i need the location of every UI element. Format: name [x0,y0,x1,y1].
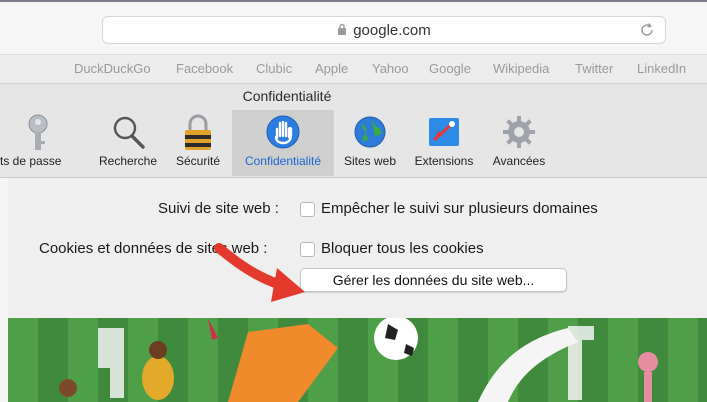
address-bar[interactable]: google.com [102,16,666,44]
favorite-twitter[interactable]: Twitter [575,61,613,76]
window-edge [0,178,8,402]
address-url: google.com [353,22,431,39]
favorite-duckduckgo[interactable]: DuckDuckGo [74,61,151,76]
favorite-yahoo[interactable]: Yahoo [372,61,409,76]
key-icon [25,114,51,157]
preferences-title: Confidentialité [242,88,332,104]
block-cookies-label[interactable]: Bloquer tous les cookies [321,240,484,257]
puzzle-icon [426,114,462,155]
tracking-label: Suivi de site web : [158,200,279,217]
tab-extensions[interactable]: Extensions [406,110,482,176]
annotation-arrow-icon [214,243,305,302]
favorite-clubic[interactable]: Clubic [256,61,292,76]
tab-search[interactable]: Recherche [92,110,164,176]
reload-icon[interactable] [639,22,655,43]
padlock-icon [182,114,214,157]
tab-advanced[interactable]: Avancées [484,110,554,176]
tab-privacy[interactable]: Confidentialité [232,110,334,176]
favorite-apple[interactable]: Apple [315,61,348,76]
prevent-tracking-label[interactable]: Empêcher le suivi sur plusieurs domaines [321,200,598,217]
globe-icon [352,114,388,155]
lock-icon [337,17,347,45]
magnifier-icon [110,114,146,155]
favorite-linkedin[interactable]: LinkedIn [637,61,686,76]
favorite-wikipedia[interactable]: Wikipedia [493,61,549,76]
favorites-bar: DuckDuckGo Facebook Clubic Apple Yahoo G… [0,54,707,84]
tab-security[interactable]: Sécurité [166,110,230,176]
gear-icon [501,114,537,155]
tab-passwords[interactable]: ts de passe [0,110,92,176]
preferences-pane: Suivi de site web : Empêcher le suivi su… [8,178,707,318]
tab-websites[interactable]: Sites web [336,110,404,176]
favorite-google[interactable]: Google [429,61,471,76]
preferences-toolbar: Confidentialité ts de passe Recherche Sé… [0,84,707,178]
doodle-illustration [8,318,707,402]
toolbar: google.com [0,0,707,54]
favorite-facebook[interactable]: Facebook [176,61,233,76]
prevent-tracking-checkbox[interactable] [300,202,315,217]
manage-website-data-button[interactable]: Gérer les données du site web... [300,268,567,292]
hand-icon [265,114,301,155]
